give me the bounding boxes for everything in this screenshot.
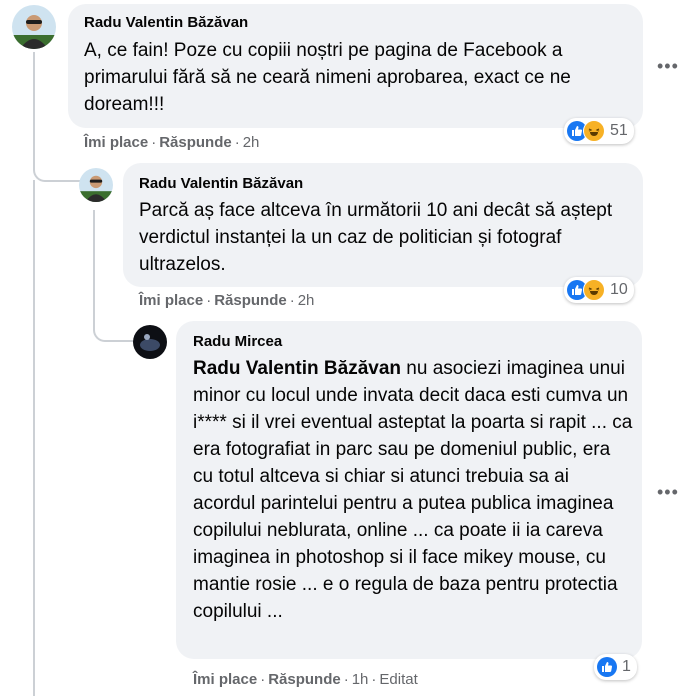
comment-author[interactable]: Radu Valentin Băzăvan xyxy=(84,14,248,31)
timestamp[interactable]: 2h xyxy=(243,134,260,151)
separator: · xyxy=(260,671,266,688)
comment-actions: Îmi place · Răspunde · 2h xyxy=(139,292,314,309)
comment-text: Radu Valentin Băzăvan nu asociezi imagin… xyxy=(193,355,633,625)
thread-line-level1-continue xyxy=(33,180,35,696)
separator: · xyxy=(371,671,377,688)
reply-button[interactable]: Răspunde xyxy=(268,671,341,688)
avatar[interactable] xyxy=(12,5,56,49)
separator: · xyxy=(206,292,212,309)
like-button[interactable]: Îmi place xyxy=(84,134,148,151)
comment-actions: Îmi place · Răspunde · 1h · Editat xyxy=(193,671,418,688)
like-reaction-icon xyxy=(597,657,617,677)
reaction-count: 1 xyxy=(622,658,631,675)
comment-text: Parcă aș face altceva în următorii 10 an… xyxy=(139,200,613,275)
reply-button[interactable]: Răspunde xyxy=(214,292,287,309)
avatar-radu-valentin-icon xyxy=(12,5,56,49)
separator: · xyxy=(343,671,349,688)
reaction-summary[interactable]: 51 xyxy=(564,118,634,144)
more-options-icon[interactable]: ••• xyxy=(657,56,679,77)
reaction-count: 51 xyxy=(610,122,628,139)
reaction-count: 10 xyxy=(610,281,628,298)
comment-text: A, ce fain! Poze cu copiii noștri pe pag… xyxy=(84,40,571,115)
haha-reaction-icon xyxy=(583,120,605,142)
reaction-summary[interactable]: 1 xyxy=(594,654,637,680)
more-options-icon[interactable]: ••• xyxy=(657,482,679,503)
reply-button[interactable]: Răspunde xyxy=(159,134,232,151)
comment-actions: Îmi place · Răspunde · 2h xyxy=(84,134,259,151)
mention-link[interactable]: Radu Valentin Băzăvan xyxy=(193,358,401,379)
separator: · xyxy=(151,134,157,151)
edited-label[interactable]: Editat xyxy=(379,671,417,688)
avatar-radu-valentin-icon xyxy=(79,168,113,202)
avatar[interactable] xyxy=(133,325,167,359)
comment-author[interactable]: Radu Mircea xyxy=(193,333,282,350)
avatar[interactable] xyxy=(79,168,113,202)
avatar-radu-mircea-icon xyxy=(133,325,167,359)
like-button[interactable]: Îmi place xyxy=(139,292,203,309)
comment-body: nu asociezi imaginea unui minor cu locul… xyxy=(193,358,633,622)
timestamp[interactable]: 2h xyxy=(298,292,315,309)
timestamp[interactable]: 1h xyxy=(352,671,369,688)
separator: · xyxy=(289,292,295,309)
like-button[interactable]: Îmi place xyxy=(193,671,257,688)
comment-author[interactable]: Radu Valentin Băzăvan xyxy=(139,175,303,192)
reaction-summary[interactable]: 10 xyxy=(564,277,634,303)
separator: · xyxy=(234,134,240,151)
haha-reaction-icon xyxy=(583,279,605,301)
